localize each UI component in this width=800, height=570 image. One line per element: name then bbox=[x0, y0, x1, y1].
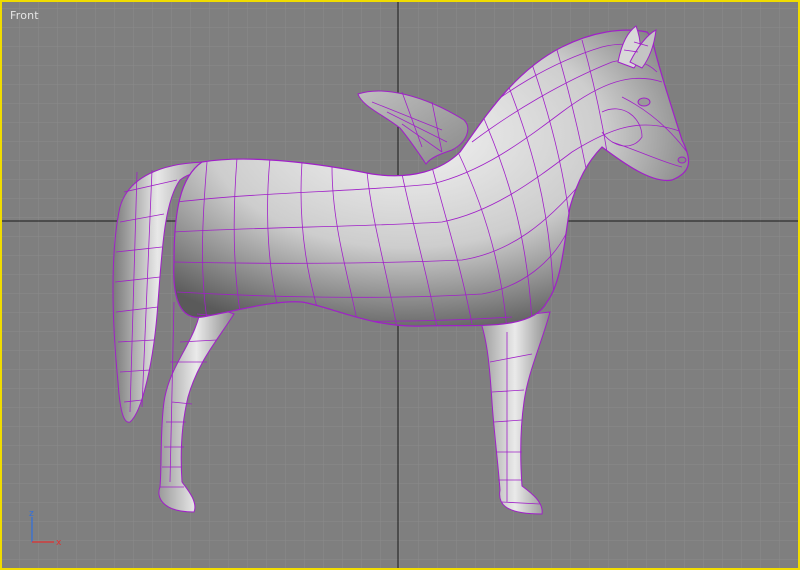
front-viewport[interactable]: Front z x bbox=[0, 0, 800, 570]
viewport-scene bbox=[2, 2, 798, 568]
eye-mesh bbox=[637, 97, 651, 107]
viewport-label[interactable]: Front bbox=[10, 9, 39, 22]
axis-gizmo: z x bbox=[29, 509, 62, 548]
x-axis-label: x bbox=[56, 538, 62, 548]
z-axis-label: z bbox=[29, 509, 34, 519]
nostril-mesh bbox=[677, 156, 687, 164]
